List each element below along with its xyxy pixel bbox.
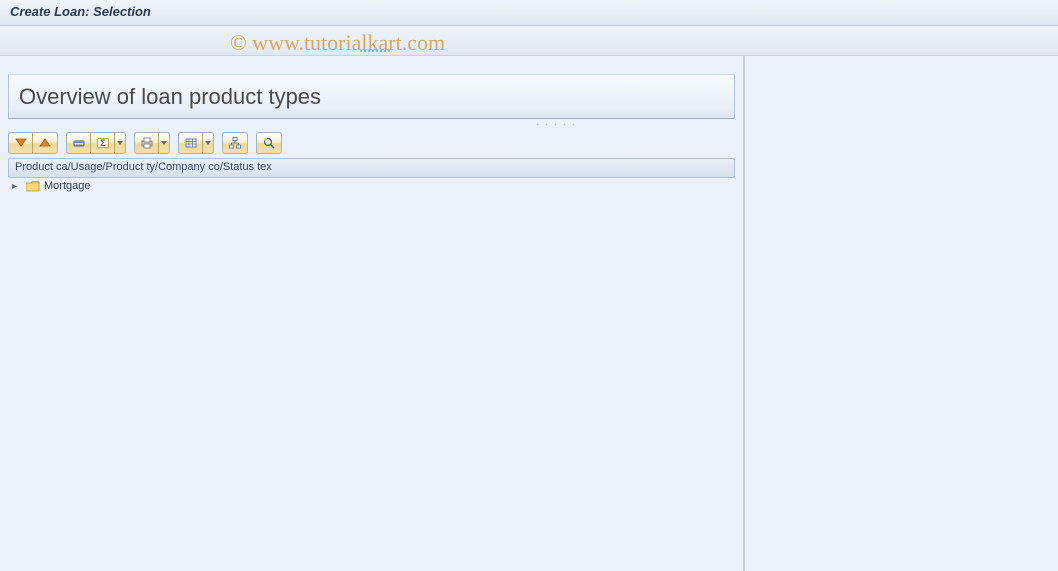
sum-button[interactable]: Σ xyxy=(91,133,115,153)
tree-area: ▸ Mortgage xyxy=(8,178,735,563)
sum-dropdown[interactable] xyxy=(115,133,125,153)
print-button[interactable] xyxy=(135,133,159,153)
panel-heading: Overview of loan product types xyxy=(19,84,321,110)
find-button[interactable] xyxy=(67,133,91,153)
application-toolbar-spacer xyxy=(0,26,1058,56)
side-panel xyxy=(745,56,1058,571)
tree-expander-icon[interactable]: ▸ xyxy=(12,181,22,192)
layout-button[interactable] xyxy=(179,133,203,153)
hierarchy-button[interactable] xyxy=(223,133,247,153)
tree-column-header[interactable]: Product ca/Usage/Product ty/Company co/S… xyxy=(8,158,735,178)
panel-heading-box: Overview of loan product types xyxy=(8,74,735,119)
divider: · · · · · xyxy=(370,120,743,129)
layout-dropdown[interactable] xyxy=(203,133,213,153)
expand-all-button[interactable] xyxy=(9,133,33,153)
folder-icon xyxy=(26,181,40,192)
print-dropdown[interactable] xyxy=(159,133,169,153)
tree-item-label: Mortgage xyxy=(44,180,90,192)
detail-button[interactable] xyxy=(257,133,281,153)
svg-text:Σ: Σ xyxy=(100,138,106,148)
main-panel: Overview of loan product types · · · · · xyxy=(0,56,745,571)
window-title: Create Loan: Selection xyxy=(10,4,151,19)
collapse-all-button[interactable] xyxy=(33,133,57,153)
alv-toolbar: Σ xyxy=(0,130,743,156)
window-titlebar: Create Loan: Selection xyxy=(0,0,1058,26)
tree-item-mortgage[interactable]: ▸ Mortgage xyxy=(8,178,735,194)
